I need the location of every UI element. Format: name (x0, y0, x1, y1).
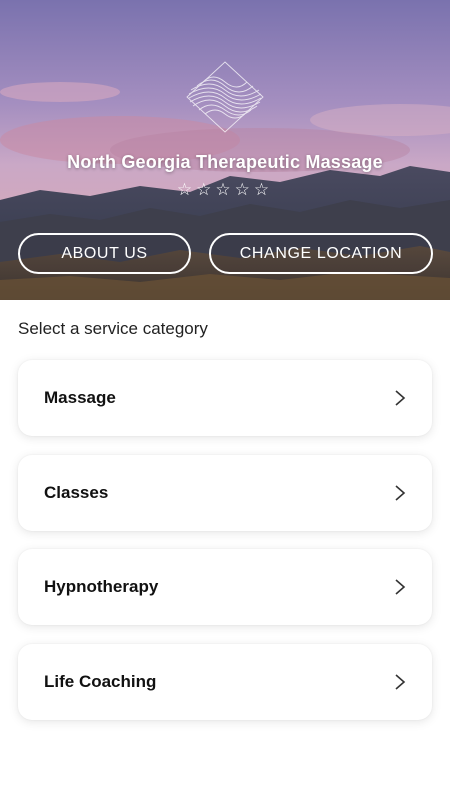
hero-banner: North Georgia Therapeutic Massage ☆☆☆☆☆ … (0, 0, 450, 300)
service-card-classes[interactable]: Classes (18, 455, 432, 531)
star-icon: ☆ (215, 180, 235, 199)
wave-globe-logo-icon (186, 61, 264, 133)
chevron-right-icon (395, 579, 406, 595)
star-icon: ☆ (176, 180, 197, 199)
service-card-label: Classes (44, 483, 109, 502)
service-card-life-coaching[interactable]: Life Coaching (18, 644, 432, 720)
service-card-hypnotherapy[interactable]: Hypnotherapy (18, 549, 432, 625)
chevron-right-icon (395, 674, 406, 690)
service-card-label: Massage (44, 388, 116, 407)
service-card-label: Hypnotherapy (44, 577, 159, 596)
chevron-right-icon (395, 485, 406, 501)
about-us-button[interactable]: ABOUT US (18, 233, 191, 274)
star-icon: ☆ (253, 180, 274, 199)
star-icon: ☆ (234, 180, 254, 199)
chevron-right-icon (395, 390, 406, 406)
business-name: North Georgia Therapeutic Massage (67, 152, 383, 172)
service-card-label: Life Coaching (44, 672, 157, 691)
star-rating: ☆☆☆☆☆ (0, 180, 450, 200)
star-icon: ☆ (196, 180, 216, 199)
change-location-button[interactable]: CHANGE LOCATION (209, 233, 433, 274)
service-card-massage[interactable]: Massage (18, 360, 432, 436)
section-heading: Select a service category (18, 319, 208, 338)
